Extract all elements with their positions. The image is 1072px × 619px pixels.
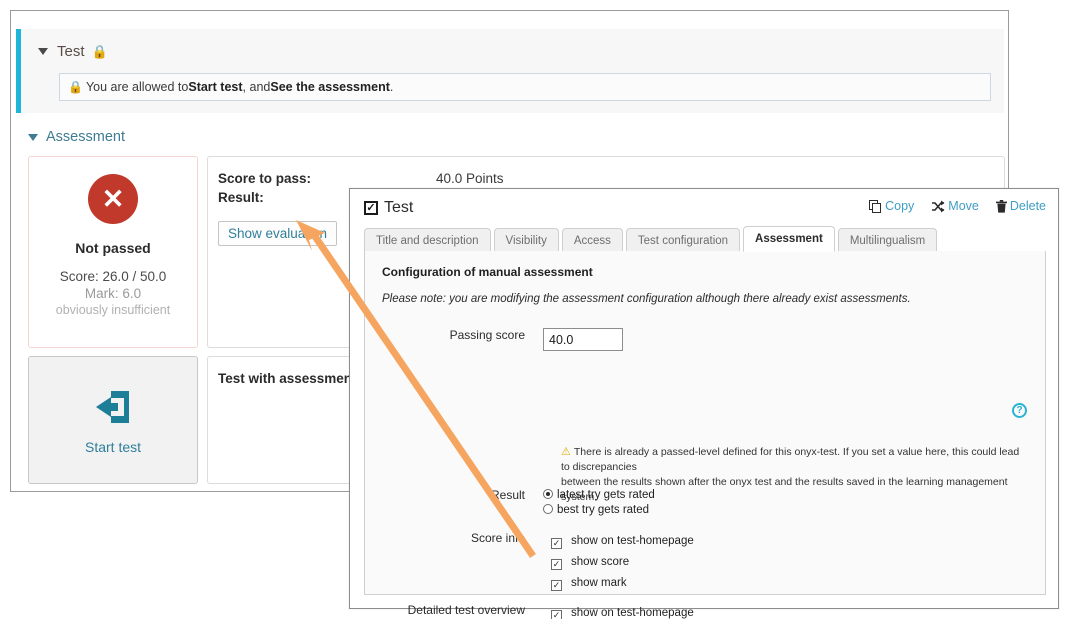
checkbox-detail-show-on-homepage[interactable]: ✓ show on test-homepage [551,603,1045,619]
checkbox-show-score[interactable]: ✓ show score [551,552,1045,573]
passing-score-row: Passing score [365,328,1045,351]
warning-line-1: There is already a passed-level defined … [561,446,1019,473]
x-circle-icon: ✕ [88,174,138,224]
trash-icon [996,200,1007,213]
result-mark: Mark: 6.0 [85,286,141,301]
radio-selected-icon[interactable] [543,489,553,499]
dialog-title: ✓ Test [364,199,413,217]
show-evaluation-button[interactable]: Show evaluation [218,221,337,246]
question-circle-icon[interactable]: ? [1012,403,1027,418]
test-section-header[interactable]: Test 🔒 [38,43,108,60]
tab-visibility[interactable]: Visibility [494,228,559,252]
score-to-pass-value: 40.0 Points [436,169,504,188]
checkbox-checked-icon[interactable]: ✓ [551,559,562,570]
dialog-actions: Copy Move [869,199,1046,213]
lock-icon-small: 🔒 [68,80,83,94]
chevron-down-icon[interactable] [38,48,48,55]
result-status-card: ✕ Not passed Score: 26.0 / 50.0 Mark: 6.… [28,156,198,348]
move-label: Move [948,199,979,213]
result-label: Result [365,488,543,518]
score-info-row: Score info ✓ show on test-homepage ✓ show … [365,531,1045,594]
enter-arrow-icon [91,385,135,429]
info-row: Score to pass: 40.0 Points [218,169,1004,188]
tab-title-and-description[interactable]: Title and description [364,228,491,252]
result-score: Score: 26.0 / 50.0 [60,269,167,284]
start-test-card[interactable]: Start test [28,356,198,484]
delete-label: Delete [1010,199,1046,213]
permission-action-start-test: Start test [188,80,242,94]
test-section-title: Test [57,43,85,60]
checkbox-label: show on test-homepage [571,535,694,547]
copy-button[interactable]: Copy [869,199,914,213]
radio-latest-try-label: latest try gets rated [557,489,655,501]
checkbox-checked-icon[interactable]: ✓ [364,201,378,215]
radio-unselected-icon[interactable] [543,504,553,514]
dialog-tabs: Title and description Visibility Access … [364,225,1046,252]
chevron-down-icon[interactable] [28,134,38,141]
checkbox-checked-icon[interactable]: ✓ [551,538,562,549]
radio-best-try[interactable]: best try gets rated [543,503,1045,518]
assessment-section-header[interactable]: Assessment [28,129,125,145]
tab-assessment[interactable]: Assessment [743,226,835,252]
dialog-title-text: Test [384,199,413,217]
copy-label: Copy [885,199,914,213]
lock-icon: 🔒 [92,45,108,58]
panel-heading: Configuration of manual assessment [382,265,593,279]
tab-multilingualism[interactable]: Multilingualism [838,228,937,252]
screenshot-root: Test 🔒 🔒 You are allowed to Start test ,… [0,0,1072,619]
result-status-label: Not passed [75,240,150,256]
radio-best-try-label: best try gets rated [557,504,649,516]
test-block: Test 🔒 🔒 You are allowed to Start test ,… [16,29,1004,113]
score-info-label: Score info [365,531,543,594]
start-test-label: Start test [85,439,141,455]
panel-note: Please note: you are modifying the asses… [382,293,911,305]
radio-latest-try[interactable]: latest try gets rated [543,488,1045,503]
result-note: obviously insufficient [56,303,170,317]
test-settings-dialog: ✓ Test Copy [349,188,1059,609]
shuffle-arrows-icon [931,200,945,213]
checkbox-show-mark[interactable]: ✓ show mark [551,573,1045,594]
permission-action-see-assessment: See the assessment [270,80,390,94]
score-to-pass-label: Score to pass: [218,169,436,188]
checkbox-label: show score [571,556,629,568]
warning-triangle-icon: ⚠ [561,446,571,458]
detailed-overview-label: Detailed test overview [365,603,543,619]
passing-score-input[interactable] [543,328,623,351]
assessment-section-title: Assessment [46,129,125,145]
permission-suffix: . [390,80,393,94]
result-row: Result latest try gets rated best try ge… [365,488,1045,518]
detailed-overview-row: Detailed test overview ✓ show on test-hom… [365,603,1045,619]
delete-button[interactable]: Delete [996,199,1046,213]
copy-icon [869,200,882,213]
passing-score-label: Passing score [365,328,543,351]
checkbox-checked-icon[interactable]: ✓ [551,610,562,619]
move-button[interactable]: Move [931,199,979,213]
checkbox-label: show on test-homepage [571,607,694,619]
permission-prefix: You are allowed to [86,80,188,94]
permission-bar: 🔒 You are allowed to Start test , and Se… [59,73,991,101]
permission-mid: , and [243,80,271,94]
assessment-tab-panel: Configuration of manual assessment Pleas… [364,251,1046,595]
checkbox-checked-icon[interactable]: ✓ [551,580,562,591]
checkbox-score-show-on-homepage[interactable]: ✓ show on test-homepage [551,531,1045,552]
tab-test-configuration[interactable]: Test configuration [626,228,740,252]
checkbox-label: show mark [571,577,627,589]
tab-access[interactable]: Access [562,228,623,252]
